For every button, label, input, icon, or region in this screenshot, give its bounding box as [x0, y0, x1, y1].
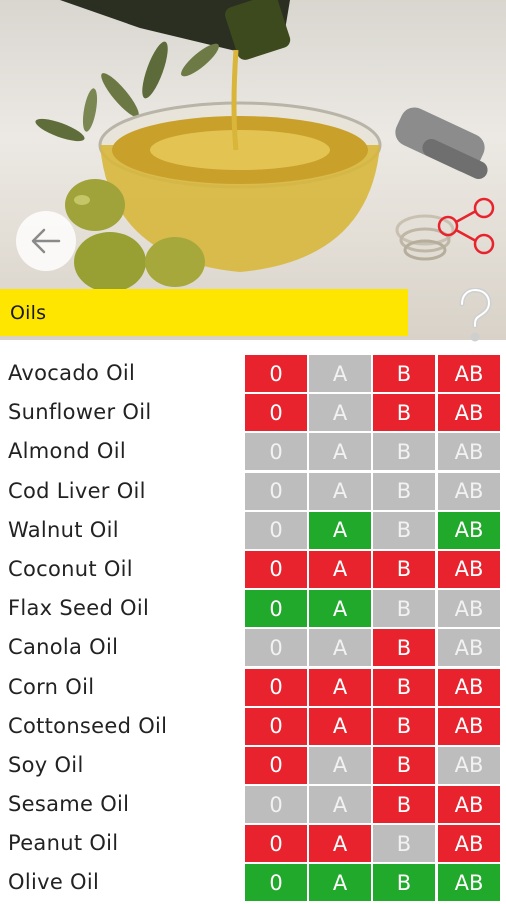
food-row[interactable]: Olive Oil 0 A B AB	[0, 864, 506, 903]
blood-type-cell: AB	[438, 825, 500, 863]
blood-type-cell: AB	[438, 864, 500, 902]
blood-type-cell: 0	[245, 668, 307, 706]
blood-type-cell: AB	[438, 433, 500, 471]
blood-type-cell: A	[309, 355, 371, 392]
food-name: Sunflower Oil	[8, 400, 152, 425]
food-row[interactable]: Coconut Oil 0 A B AB	[0, 550, 506, 590]
food-name: Soy Oil	[8, 752, 84, 777]
food-name: Canola Oil	[8, 635, 119, 660]
blood-type-cell: 0	[245, 550, 307, 588]
food-row[interactable]: Cottonseed Oil 0 A B AB	[0, 707, 506, 747]
help-button[interactable]	[451, 286, 499, 346]
food-name: Sesame Oil	[8, 792, 130, 817]
food-name: Almond Oil	[8, 439, 127, 464]
blood-type-cell: A	[309, 433, 371, 471]
blood-type-cell: AB	[438, 472, 500, 510]
food-name: Walnut Oil	[8, 517, 119, 542]
blood-type-cell: 0	[245, 472, 307, 510]
blood-type-cell: A	[309, 472, 371, 510]
food-row[interactable]: Canola Oil 0 A B AB	[0, 629, 506, 668]
food-row[interactable]: Cod Liver Oil 0 A B AB	[0, 472, 506, 512]
blood-type-cell: B	[373, 394, 435, 432]
blood-type-cell: B	[373, 629, 435, 667]
food-row[interactable]: Sesame Oil 0 A B AB	[0, 786, 506, 825]
food-compatibility-table: Avocado Oil 0 A B AB Sunflower Oil 0 A B AB Almond…	[0, 355, 506, 904]
arrow-left-icon	[31, 228, 61, 254]
food-row[interactable]: Almond Oil 0 A B AB	[0, 433, 506, 472]
blood-type-cell: A	[309, 786, 371, 824]
blood-type-cell: 0	[245, 511, 307, 549]
food-name: Cod Liver Oil	[8, 478, 146, 503]
blood-type-cell: 0	[245, 355, 307, 392]
category-title: Oils	[10, 301, 47, 324]
blood-type-cell: 0	[245, 394, 307, 432]
blood-type-cell: AB	[438, 550, 500, 588]
blood-type-cell: AB	[438, 786, 500, 824]
blood-type-cell: A	[309, 825, 371, 863]
food-name: Olive Oil	[8, 870, 100, 895]
blood-type-cell: 0	[245, 629, 307, 667]
blood-type-cell: B	[373, 825, 435, 863]
food-name: Cottonseed Oil	[8, 713, 168, 738]
food-row[interactable]: Sunflower Oil 0 A B AB	[0, 394, 506, 433]
blood-type-cell: B	[373, 511, 435, 549]
food-row[interactable]: Peanut Oil 0 A B AB	[0, 825, 506, 864]
blood-type-cell: 0	[245, 864, 307, 902]
blood-type-cell: B	[373, 355, 435, 392]
blood-type-cell: 0	[245, 590, 307, 628]
blood-type-cell: A	[309, 746, 371, 784]
blood-type-cell: A	[309, 629, 371, 667]
blood-type-cell: B	[373, 786, 435, 824]
blood-type-cell: AB	[438, 707, 500, 745]
category-banner: Oils	[0, 289, 408, 336]
food-name: Coconut Oil	[8, 556, 133, 581]
blood-type-cell: AB	[438, 629, 500, 667]
food-row[interactable]: Avocado Oil 0 A B AB	[0, 355, 506, 394]
blood-type-cell: 0	[245, 707, 307, 745]
food-name: Flax Seed Oil	[8, 596, 150, 621]
blood-type-cell: B	[373, 746, 435, 784]
blood-type-cell: A	[309, 707, 371, 745]
food-name: Peanut Oil	[8, 831, 119, 856]
blood-type-cell: A	[309, 590, 371, 628]
blood-type-cell: 0	[245, 786, 307, 824]
blood-type-cell: B	[373, 864, 435, 902]
blood-type-cell: A	[309, 550, 371, 588]
blood-type-cell: AB	[438, 511, 500, 549]
food-name: Avocado Oil	[8, 361, 136, 385]
blood-type-cell: B	[373, 590, 435, 628]
blood-type-cell: A	[309, 668, 371, 706]
share-button[interactable]	[436, 196, 500, 260]
hero-image: Oils	[0, 0, 506, 340]
blood-type-cell: A	[309, 511, 371, 549]
blood-type-cell: AB	[438, 668, 500, 706]
question-mark-icon	[459, 288, 492, 342]
blood-type-cell: AB	[438, 394, 500, 432]
food-row[interactable]: Walnut Oil 0 A B AB	[0, 511, 506, 551]
blood-type-cell: 0	[245, 746, 307, 784]
food-row[interactable]: Soy Oil 0 A B AB	[0, 746, 506, 786]
share-icon	[437, 197, 495, 255]
food-row[interactable]: Corn Oil 0 A B AB	[0, 668, 506, 708]
blood-type-cell: 0	[245, 825, 307, 863]
blood-type-cell: B	[373, 433, 435, 471]
blood-type-cell: 0	[245, 433, 307, 471]
blood-type-cell: B	[373, 472, 435, 510]
blood-type-cell: AB	[438, 746, 500, 784]
food-row[interactable]: Flax Seed Oil 0 A B AB	[0, 590, 506, 629]
blood-type-cell: AB	[438, 355, 500, 392]
blood-type-cell: B	[373, 668, 435, 706]
blood-type-cell: B	[373, 550, 435, 588]
food-name: Corn Oil	[8, 674, 95, 699]
blood-type-cell: AB	[438, 590, 500, 628]
blood-type-cell: B	[373, 707, 435, 745]
blood-type-cell: A	[309, 864, 371, 902]
back-button[interactable]	[16, 211, 76, 271]
blood-type-cell: A	[309, 394, 371, 432]
